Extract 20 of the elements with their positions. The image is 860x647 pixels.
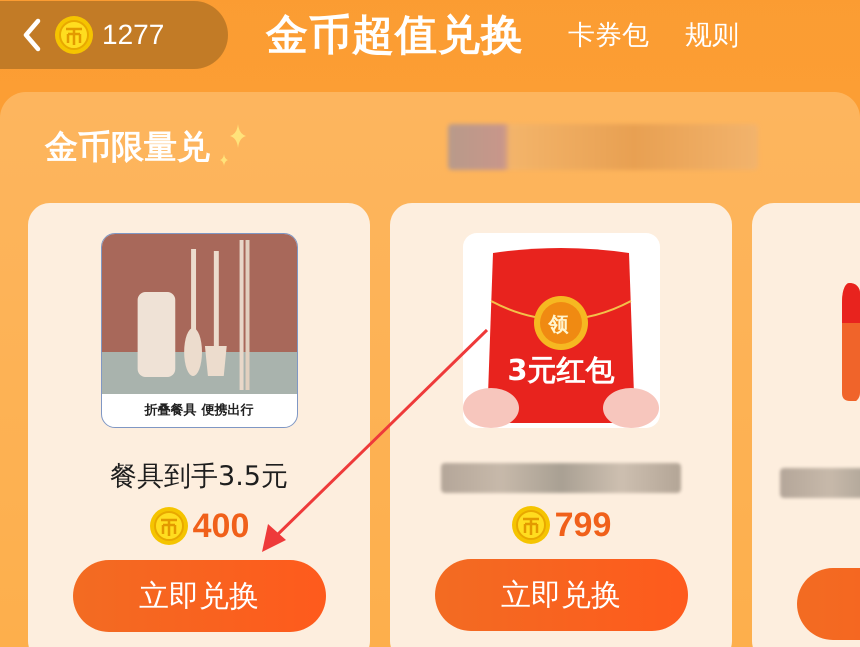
envelope-label: 领 (548, 311, 568, 338)
back-icon[interactable] (22, 18, 42, 52)
redeem-button[interactable]: 立即兑换 (72, 560, 326, 632)
page-title: 金币超值兑换 (266, 9, 524, 61)
envelope-text: 3元红包 (506, 352, 616, 389)
header-link[interactable]: 规则 (685, 17, 739, 53)
product-name: 餐具到手3.5元 (110, 460, 288, 494)
product-card[interactable]: 折叠餐具 便携出行 餐具到手3.5元 400 立即兑换 (28, 203, 370, 647)
coin-icon (148, 506, 189, 546)
image-caption: 折叠餐具 便携出行 (143, 402, 254, 420)
coin-icon (54, 15, 94, 55)
coin-balance: 1277 (102, 19, 164, 51)
product-card[interactable]: 领 3元红包 799 立即兑换 (390, 203, 732, 647)
coin-price: 799 (554, 506, 612, 544)
coin-balance-pill[interactable]: 1277 (0, 1, 228, 69)
coin-price: 400 (192, 506, 250, 546)
header-link[interactable]: 卡券包 (568, 17, 649, 53)
section-title: 金币限量兑 (45, 126, 210, 168)
redeem-button[interactable]: 立即兑换 (434, 559, 688, 631)
coin-icon (510, 505, 551, 545)
